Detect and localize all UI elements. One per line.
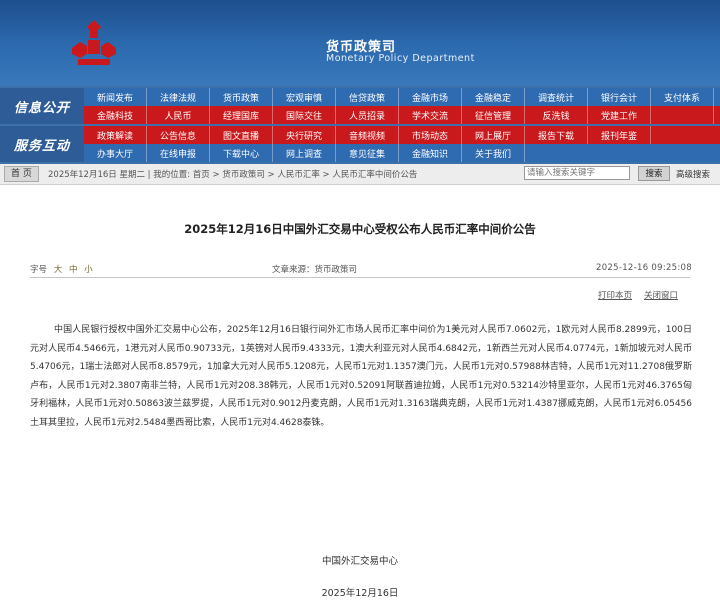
nav-item[interactable]: 市场动态 <box>399 126 462 144</box>
nav-row-1a: 新闻发布 法律法规 货币政策 宏观审慎 信贷政策 金融市场 金融稳定 调查统计 … <box>84 88 720 106</box>
font-size-control: 字号 大 中 小 <box>30 263 93 275</box>
nav-item[interactable]: 人员招录 <box>336 106 399 124</box>
nav-item[interactable]: 货币政策 <box>210 88 273 106</box>
article-date: 2025-12-16 09:25:08 <box>596 263 692 273</box>
divider <box>30 277 690 278</box>
nav-item[interactable]: 人民币 <box>147 106 210 124</box>
nav-row-1b: 金融科技 人民币 经理国库 国际交往 人员招录 学术交流 征信管理 反洗钱 党建… <box>84 106 720 124</box>
nav-item[interactable] <box>651 106 714 124</box>
nav-item[interactable]: 网上展厅 <box>462 126 525 144</box>
nav-item[interactable]: 征信管理 <box>462 106 525 124</box>
nav-item[interactable]: 银行会计 <box>588 88 651 106</box>
article-tools: 打印本页 关闭窗口 <box>598 289 690 301</box>
font-size-small[interactable]: 小 <box>84 265 93 275</box>
nav-item[interactable]: 音频视频 <box>336 126 399 144</box>
nav-item[interactable]: 党建工作 <box>588 106 651 124</box>
nav-item[interactable]: 经理国库 <box>210 106 273 124</box>
search-button[interactable]: 搜索 <box>638 166 670 181</box>
nav-item[interactable]: 关于我们 <box>462 144 525 162</box>
nav-item[interactable]: 金融科技 <box>84 106 147 124</box>
font-size-large[interactable]: 大 <box>54 265 63 275</box>
nav-row-2b: 办事大厅 在线申报 下载中心 网上调查 意见征集 金融知识 关于我们 <box>84 144 720 162</box>
nav-item[interactable]: 办事大厅 <box>84 144 147 162</box>
article-source: 文章来源：货币政策司 <box>272 265 358 275</box>
nav-item[interactable]: 意见征集 <box>336 144 399 162</box>
nav-item[interactable]: 宏观审慎 <box>273 88 336 106</box>
search-input[interactable] <box>524 166 630 180</box>
nav-item[interactable]: 金融市场 <box>399 88 462 106</box>
nav-item[interactable]: 新闻发布 <box>84 88 147 106</box>
nav-item[interactable]: 报告下载 <box>525 126 588 144</box>
nav-item[interactable]: 调查统计 <box>525 88 588 106</box>
home-button[interactable]: 首 页 <box>4 166 39 182</box>
nav-item[interactable]: 金融稳定 <box>462 88 525 106</box>
article-title: 2025年12月16日中国外汇交易中心受权公布人民币汇率中间价公告 <box>184 222 536 236</box>
font-size-medium[interactable]: 中 <box>69 265 78 275</box>
nav-label-info: 信息公开 <box>0 88 84 124</box>
site-header: 货币政策司 Monetary Policy Department <box>0 0 720 86</box>
nav-item[interactable]: 图文直播 <box>210 126 273 144</box>
nav-item[interactable]: 央行研究 <box>273 126 336 144</box>
nav-item[interactable]: 反洗钱 <box>525 106 588 124</box>
font-size-label: 字号 <box>30 265 48 275</box>
main-navigation: 信息公开 服务互动 新闻发布 法律法规 货币政策 宏观审慎 信贷政策 金融市场 … <box>0 86 720 164</box>
nav-item[interactable]: 在线申报 <box>147 144 210 162</box>
breadcrumb: 2025年12月16日 星期二 | 我的位置: 首页 > 货币政策司 > 人民币… <box>48 170 418 180</box>
nav-item[interactable]: 政策解读 <box>84 126 147 144</box>
nav-item[interactable]: 信贷政策 <box>336 88 399 106</box>
pboc-logo-icon <box>72 20 116 65</box>
nav-item[interactable]: 下载中心 <box>210 144 273 162</box>
nav-item[interactable]: 学术交流 <box>399 106 462 124</box>
department-title-en: Monetary Policy Department <box>326 53 475 64</box>
close-window-link[interactable]: 关闭窗口 <box>644 291 678 301</box>
article-body: 中国人民银行授权中国外汇交易中心公布，2025年12月16日银行间外汇市场人民币… <box>30 325 692 428</box>
nav-item[interactable]: 公告信息 <box>147 126 210 144</box>
nav-row-2a: 政策解读 公告信息 图文直播 央行研究 音频视频 市场动态 网上展厅 报告下载 … <box>84 126 720 144</box>
nav-label-service: 服务互动 <box>0 126 84 162</box>
nav-item[interactable]: 国际交往 <box>273 106 336 124</box>
nav-item[interactable]: 支付体系 <box>651 88 714 106</box>
signature-date: 2025年12月16日 <box>321 588 399 599</box>
nav-item[interactable]: 金融知识 <box>399 144 462 162</box>
article-content: 2025年12月16日中国外汇交易中心受权公布人民币汇率中间价公告 字号 大 中… <box>0 185 720 608</box>
nav-item[interactable]: 法律法规 <box>147 88 210 106</box>
advanced-search-link[interactable]: 高级搜索 <box>676 168 710 180</box>
print-link[interactable]: 打印本页 <box>598 291 632 301</box>
nav-item[interactable]: 网上调查 <box>273 144 336 162</box>
nav-item[interactable]: 报刊年鉴 <box>588 126 651 144</box>
breadcrumb-bar: 首 页 2025年12月16日 星期二 | 我的位置: 首页 > 货币政策司 >… <box>0 164 720 185</box>
signature-org: 中国外汇交易中心 <box>321 556 398 567</box>
